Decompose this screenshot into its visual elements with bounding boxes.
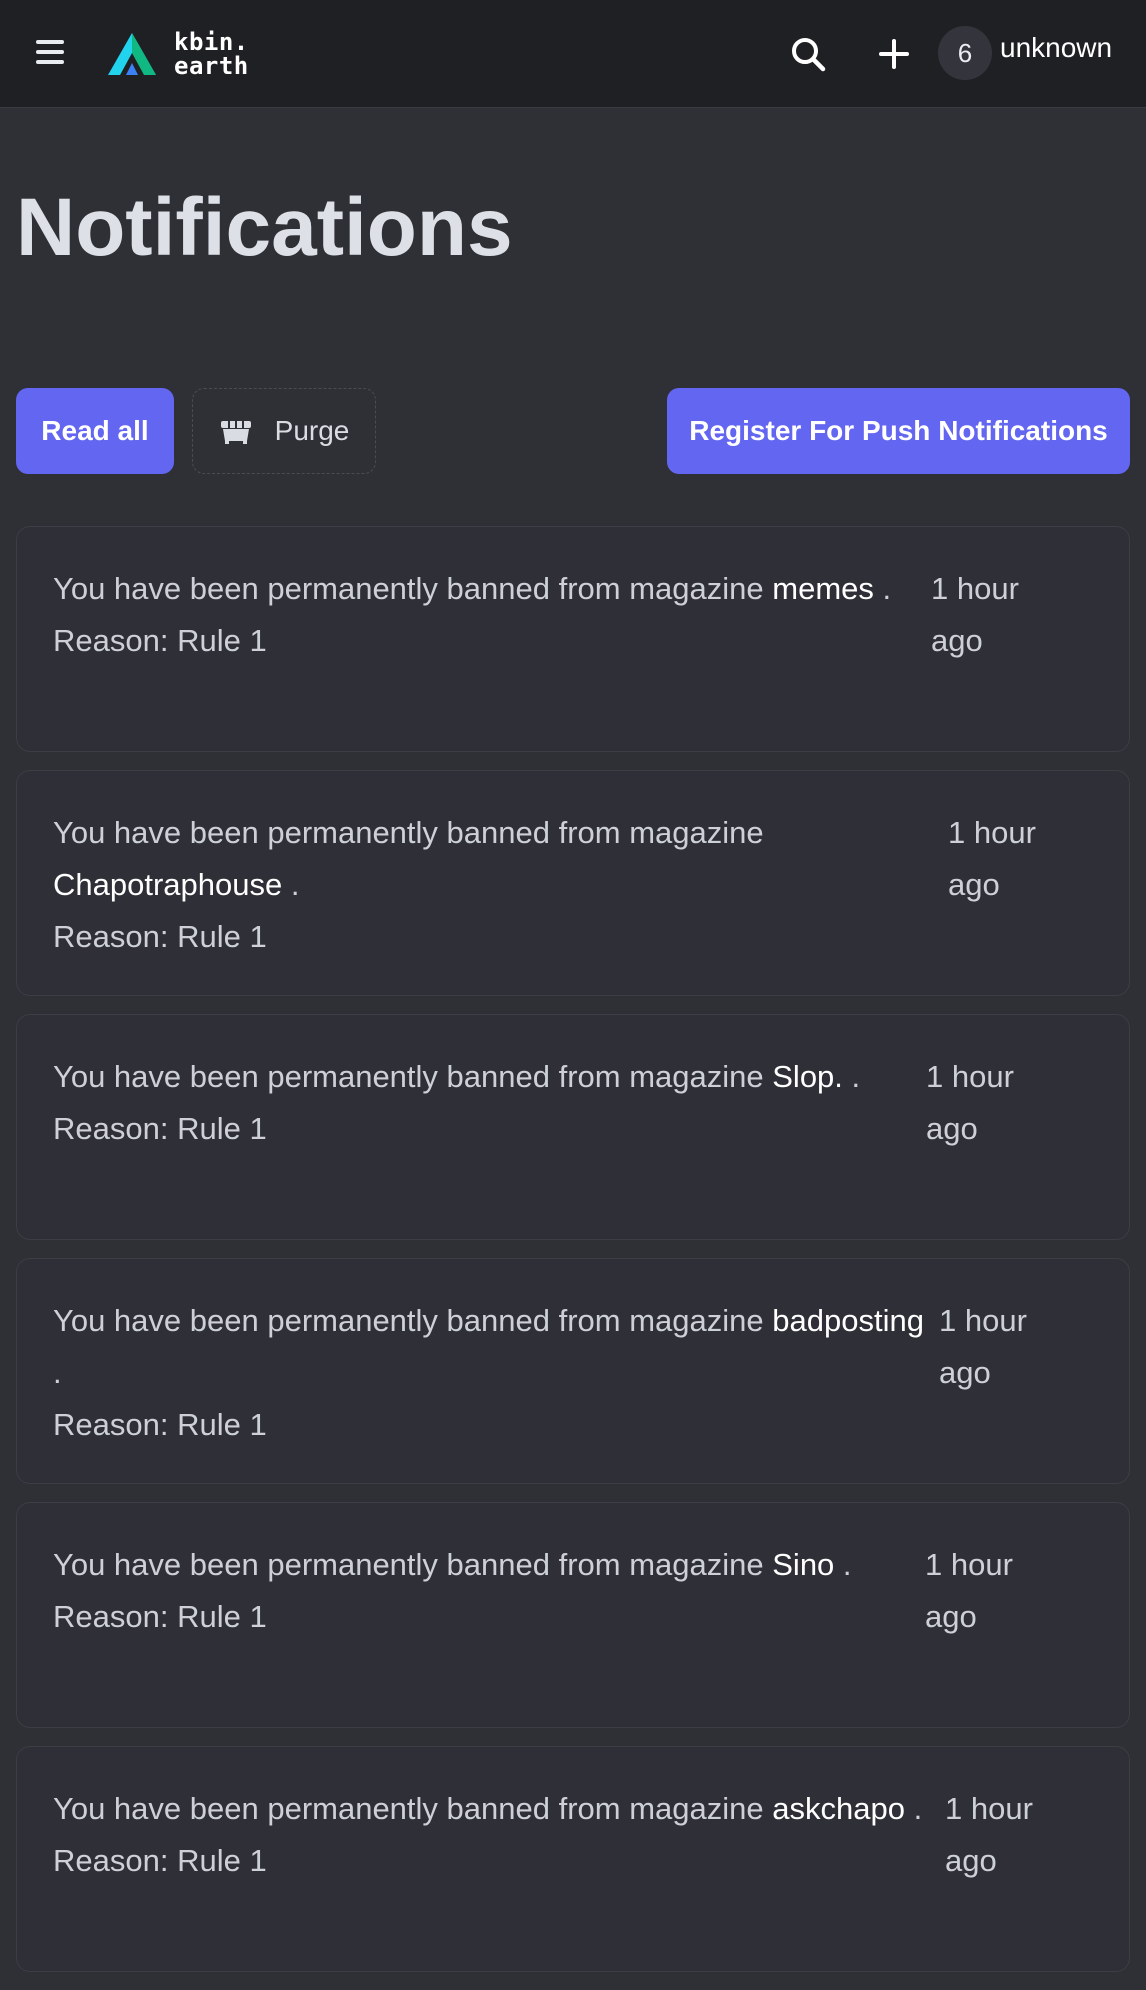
- magazine-link[interactable]: memes: [772, 571, 874, 606]
- logo-wordmark: kbin. earth: [174, 30, 249, 78]
- purge-button-label: Purge: [274, 415, 350, 446]
- user-menu-username[interactable]: unknown: [1000, 32, 1130, 64]
- notification-reason: Reason: Rule 1: [53, 1407, 267, 1442]
- notification-timestamp: 1 hour ago: [931, 571, 1019, 658]
- notification-text: You have been permanently banned from ma…: [53, 815, 764, 850]
- notification-text: You have been permanently banned from ma…: [53, 1791, 764, 1826]
- kbin-mountain-icon: [108, 33, 156, 75]
- notification-reason: Reason: Rule 1: [53, 919, 267, 954]
- notification-text: You have been permanently banned from ma…: [53, 571, 764, 606]
- magazine-link[interactable]: Chapotraphouse: [53, 867, 282, 902]
- notification-suffix: .: [842, 1059, 861, 1094]
- notification-message: You have been permanently banned from ma…: [53, 1539, 933, 1643]
- notification-message: You have been permanently banned from ma…: [53, 1295, 933, 1451]
- notification-message: You have been permanently banned from ma…: [53, 563, 933, 667]
- top-navigation-bar: kbin. earth 6 unknown: [0, 0, 1146, 108]
- notification-suffix: .: [873, 571, 892, 606]
- notification-card: You have been permanently banned from ma…: [16, 1258, 1130, 1484]
- notification-reason: Reason: Rule 1: [53, 1843, 267, 1878]
- notification-text: You have been permanently banned from ma…: [53, 1547, 764, 1582]
- notification-suffix: .: [904, 1791, 923, 1826]
- notification-card: You have been permanently banned from ma…: [16, 770, 1130, 996]
- notification-card: You have been permanently banned from ma…: [16, 1746, 1130, 1972]
- notification-suffix: .: [834, 1547, 852, 1582]
- notification-timestamp: 1 hour ago: [945, 1791, 1033, 1878]
- notification-reason: Reason: Rule 1: [53, 1599, 267, 1634]
- notification-reason: Reason: Rule 1: [53, 623, 267, 658]
- notification-message: You have been permanently banned from ma…: [53, 807, 933, 963]
- purge-button[interactable]: Purge: [192, 388, 376, 474]
- logo-line-1: kbin.: [174, 28, 249, 56]
- notification-timestamp: 1 hour ago: [926, 1059, 1014, 1146]
- magazine-link[interactable]: askchapo: [772, 1791, 905, 1826]
- read-all-button[interactable]: Read all: [16, 388, 174, 474]
- site-logo[interactable]: kbin. earth: [106, 26, 266, 82]
- notification-text: You have been permanently banned from ma…: [53, 1303, 764, 1338]
- hamburger-menu-icon[interactable]: [36, 36, 68, 68]
- magazine-link[interactable]: Slop.: [772, 1059, 843, 1094]
- notification-message: You have been permanently banned from ma…: [53, 1051, 933, 1155]
- logo-line-2: earth: [174, 52, 249, 80]
- notification-timestamp: 1 hour ago: [948, 815, 1036, 902]
- notification-message: You have been permanently banned from ma…: [53, 1783, 933, 1887]
- notification-text: You have been permanently banned from ma…: [53, 1059, 764, 1094]
- notification-timestamp: 1 hour ago: [925, 1547, 1013, 1634]
- notification-count-badge[interactable]: 6: [938, 26, 992, 80]
- magazine-link[interactable]: Sino: [772, 1547, 834, 1582]
- notification-card: You have been permanently banned from ma…: [16, 526, 1130, 752]
- search-icon[interactable]: [788, 34, 828, 74]
- page-title: Notifications: [16, 182, 513, 273]
- notification-suffix: .: [282, 867, 300, 902]
- notification-card: You have been permanently banned from ma…: [16, 1502, 1130, 1728]
- notification-suffix: .: [53, 1355, 62, 1390]
- notification-timestamp: 1 hour ago: [939, 1303, 1027, 1390]
- register-push-notifications-button[interactable]: Register For Push Notifications: [667, 388, 1130, 474]
- notification-reason: Reason: Rule 1: [53, 1111, 267, 1146]
- notification-card: You have been permanently banned from ma…: [16, 1014, 1130, 1240]
- dumpster-icon: [220, 421, 251, 444]
- add-plus-icon[interactable]: [874, 34, 914, 74]
- magazine-link[interactable]: badposting: [772, 1303, 924, 1338]
- notification-list: You have been permanently banned from ma…: [16, 526, 1130, 1990]
